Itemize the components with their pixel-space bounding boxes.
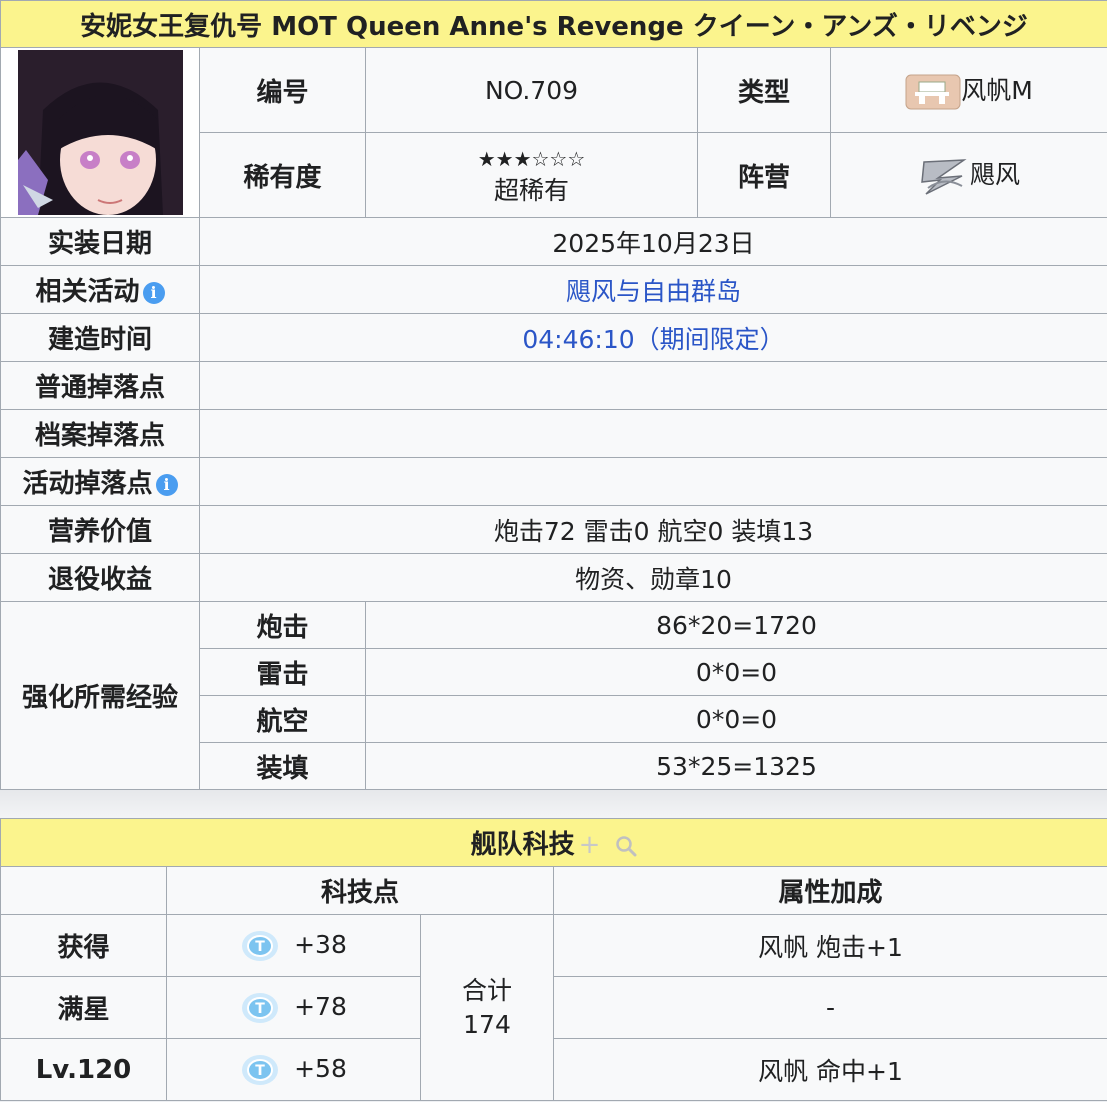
- faction-cell: 飓风: [829, 132, 1107, 218]
- enhance-row-label: 航空: [199, 695, 366, 743]
- build-time-cell: 04:46:10（期间限定）: [198, 313, 1107, 362]
- related-event-label: 相关活动: [35, 277, 140, 307]
- build-time-label: 建造时间: [0, 313, 200, 362]
- enhance-row-label: 炮击: [199, 601, 366, 649]
- tech-bonus-header: 属性加成: [553, 866, 1107, 915]
- release-date-label: 实装日期: [0, 217, 200, 266]
- svg-text:T: T: [255, 939, 265, 955]
- enhance-row-value: 86*20=1720: [364, 601, 1107, 649]
- ship-info-table: 安妮女王复仇号 MOT Queen Anne's Revenge クイーン・アン…: [0, 0, 1107, 790]
- sail-ship-type-icon: [905, 74, 961, 109]
- tech-points-cell: T +78: [166, 976, 421, 1039]
- rarity-label: 稀有度: [199, 132, 366, 218]
- related-event-link[interactable]: 飓风与自由群岛: [566, 277, 741, 306]
- tech-point-icon: T: [242, 930, 279, 961]
- id-value: NO.709: [365, 47, 698, 133]
- tech-points-value: +78: [294, 991, 347, 1021]
- enhance-row-label: 装填: [199, 742, 366, 790]
- type-value: 风帆M: [961, 75, 1033, 105]
- archive-drop-value: [198, 409, 1107, 458]
- search-icon[interactable]: [615, 835, 637, 857]
- info-icon[interactable]: i: [155, 473, 178, 496]
- info-icon[interactable]: i: [142, 281, 165, 304]
- tech-row-label: 满星: [0, 976, 167, 1039]
- tech-title-cell: 舰队科技 +: [0, 818, 1107, 867]
- tech-header-empty: [0, 866, 167, 915]
- svg-text:T: T: [255, 1001, 265, 1017]
- type-label: 类型: [697, 47, 831, 133]
- enhance-row-value: 0*0=0: [364, 648, 1107, 696]
- normal-drop-value: [198, 361, 1107, 410]
- event-drop-value: [198, 457, 1107, 506]
- tech-points-header: 科技点: [166, 866, 554, 915]
- character-portrait-icon: [17, 50, 183, 215]
- tech-title: 舰队科技: [470, 830, 575, 860]
- id-label: 编号: [199, 47, 366, 133]
- release-date-value: 2025年10月23日: [198, 217, 1107, 266]
- rarity-name: 超稀有: [493, 176, 569, 205]
- enhance-exp-label: 强化所需经验: [0, 601, 200, 790]
- related-event-label-cell: 相关活动 i: [0, 265, 200, 314]
- event-drop-label: 活动掉落点: [22, 469, 153, 499]
- ship-title: 安妮女王复仇号 MOT Queen Anne's Revenge クイーン・アン…: [0, 0, 1107, 48]
- nutrition-value: 炮击72 雷击0 航空0 装填13: [198, 505, 1107, 554]
- fleet-tech-table: 舰队科技 + 科技点 属性加成 获得 T +38 合计 174 风帆 炮击+1 满…: [0, 818, 1107, 1101]
- faction-value: 飓风: [970, 159, 1021, 189]
- tech-point-icon: T: [242, 1054, 279, 1085]
- tech-bonus-value: -: [553, 976, 1107, 1039]
- related-event-cell: 飓风与自由群岛: [198, 265, 1107, 314]
- rarity-stars: ★★★☆☆☆: [477, 147, 586, 171]
- tech-points-cell: T +38: [166, 914, 421, 977]
- enhance-row-value: 0*0=0: [364, 695, 1107, 743]
- tech-row-label: Lv.120: [0, 1038, 167, 1101]
- retire-label: 退役收益: [0, 553, 200, 602]
- tech-bonus-value: 风帆 炮击+1: [553, 914, 1107, 977]
- tech-bonus-value: 风帆 命中+1: [553, 1038, 1107, 1101]
- tech-points-value: +38: [294, 929, 347, 959]
- archive-drop-label: 档案掉落点: [0, 409, 200, 458]
- ship-portrait[interactable]: [0, 47, 200, 218]
- type-cell: 风帆M: [829, 47, 1107, 133]
- tech-total-cell: 合计 174: [420, 914, 554, 1101]
- retire-value: 物资、勋章10: [198, 553, 1107, 602]
- tempesta-faction-icon: [921, 158, 967, 195]
- svg-text:T: T: [255, 1063, 265, 1079]
- tech-row-label: 获得: [0, 914, 167, 977]
- tech-total-value: 174: [463, 1009, 511, 1039]
- tech-total-label: 合计: [461, 975, 512, 1005]
- rarity-cell: ★★★☆☆☆ 超稀有: [365, 132, 698, 218]
- faction-label: 阵营: [697, 132, 831, 218]
- tech-points-value: +58: [294, 1053, 347, 1083]
- normal-drop-label: 普通掉落点: [0, 361, 200, 410]
- tech-point-icon: T: [242, 992, 279, 1023]
- enhance-row-label: 雷击: [199, 648, 366, 696]
- enhance-row-value: 53*25=1325: [364, 742, 1107, 790]
- nutrition-label: 营养价值: [0, 505, 200, 554]
- tech-points-cell: T +58: [166, 1038, 421, 1101]
- expand-plus-button[interactable]: +: [579, 830, 601, 860]
- section-divider: [0, 790, 1107, 818]
- build-time-link[interactable]: 04:46:10（期间限定）: [522, 325, 784, 354]
- event-drop-label-cell: 活动掉落点 i: [0, 457, 200, 506]
